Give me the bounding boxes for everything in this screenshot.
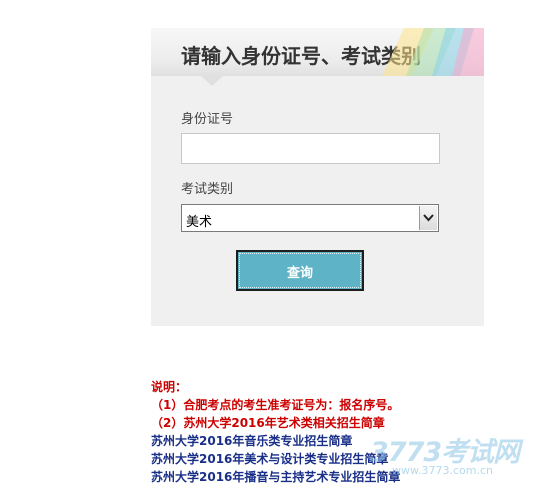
id-number-input[interactable] [181,133,440,164]
notes-line: （1）合肥考点的考生准考证号为：报名序号。 [151,398,400,412]
panel-header: 请输入身份证号、考试类别 [151,28,484,76]
notes-section: 说明： （1）合肥考点的考生准考证号为：报名序号。 （2）苏州大学2016年艺术… [151,378,400,486]
link-broadcasting-brochure[interactable]: 苏州大学2016年播音与主持艺术专业招生简章 [151,468,400,486]
id-number-label: 身份证号 [181,112,234,127]
header-decoration [382,28,484,76]
exam-category-value: 美术 [186,215,213,230]
page: 请输入身份证号、考试类别 身份证号 考试类别 美术 查询 说明： （1）合肥考点… [0,0,538,498]
dropdown-button[interactable] [419,206,437,230]
notes-heading: 说明： [151,380,188,394]
exam-category-select[interactable]: 美术 [181,204,439,232]
notes-line: （2）苏州大学2016年艺术类相关招生简章 [151,416,385,430]
query-panel: 请输入身份证号、考试类别 身份证号 考试类别 美术 查询 [151,28,484,326]
query-button[interactable]: 查询 [236,250,364,291]
watermark-url: www.3773.com.cn [392,464,493,477]
header-pointer [201,76,223,86]
chevron-down-icon [423,214,434,222]
query-button-label: 查询 [286,266,313,281]
link-music-brochure[interactable]: 苏州大学2016年音乐类专业招生简章 [151,432,400,450]
link-art-design-brochure[interactable]: 苏州大学2016年美术与设计类专业招生简章 [151,450,400,468]
exam-category-label: 考试类别 [181,182,234,197]
